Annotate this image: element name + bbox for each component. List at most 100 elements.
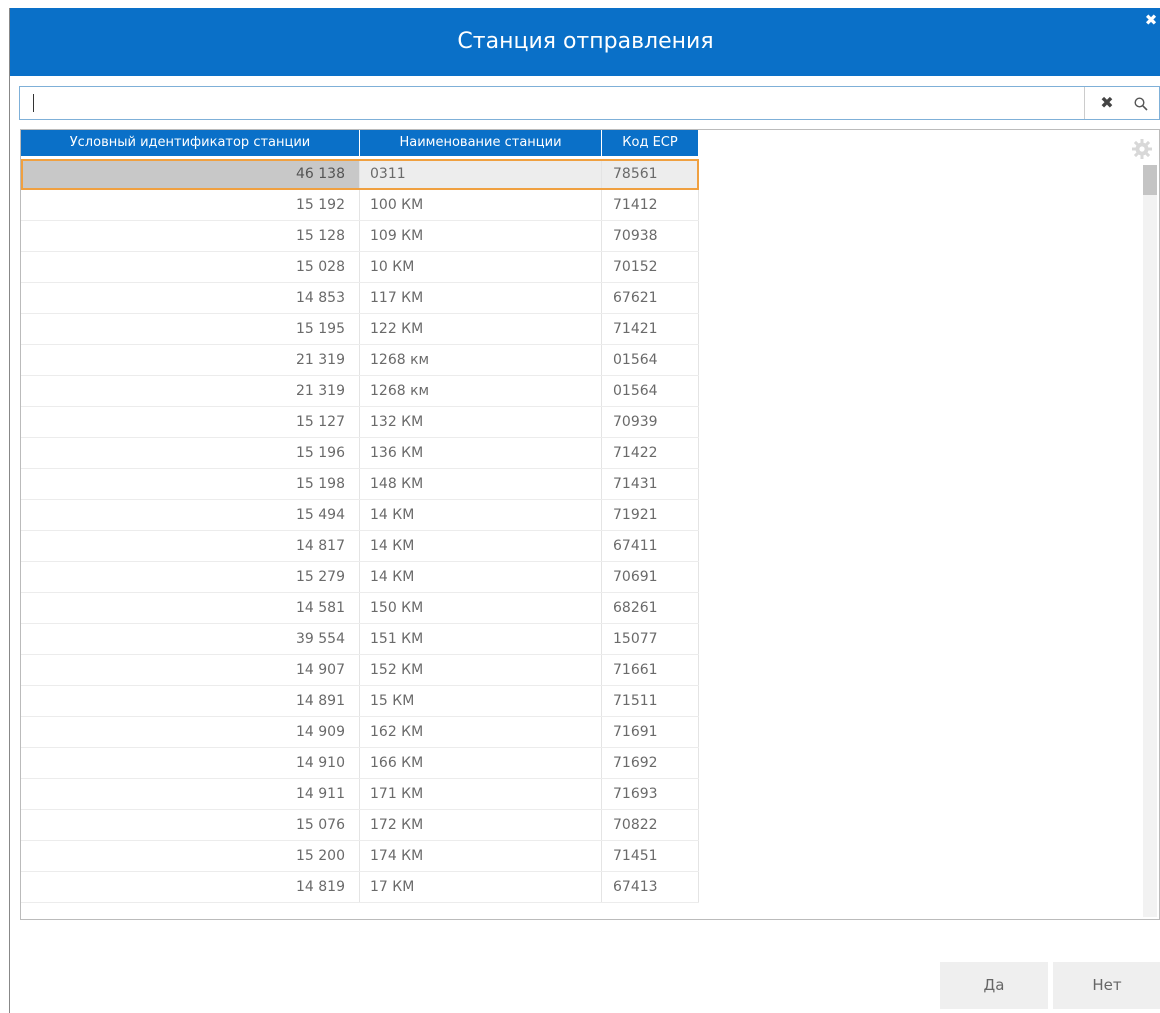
table-row[interactable]: 14 581 150 КМ 68261 — [21, 593, 699, 624]
table-row[interactable]: 14 819 17 КМ 67413 — [21, 872, 699, 903]
table-row[interactable]: 14 910 166 КМ 71692 — [21, 748, 699, 779]
dialog-title: Станция отправления — [457, 29, 714, 54]
table-header: Условный идентификатор станции Наименова… — [21, 130, 699, 156]
table-body: 46 138 0311 78561 15 192 100 КМ 71412 15 128 10… — [21, 159, 699, 903]
cell-station-id: 46 138 — [21, 159, 360, 189]
column-header-id[interactable]: Условный идентификатор станции — [21, 130, 360, 156]
yes-button[interactable]: Да — [940, 962, 1048, 1009]
cell-station-id: 15 028 — [21, 252, 360, 282]
search-divider — [1084, 87, 1085, 119]
cell-station-id: 14 891 — [21, 686, 360, 716]
vertical-scrollbar[interactable] — [1143, 165, 1157, 917]
cell-esr-code: 71422 — [602, 438, 699, 468]
table-row[interactable]: 15 494 14 КМ 71921 — [21, 500, 699, 531]
table-row[interactable]: 15 192 100 КМ 71412 — [21, 190, 699, 221]
cell-station-name: 10 КМ — [360, 252, 602, 282]
cell-station-id: 15 198 — [21, 469, 360, 499]
cell-esr-code: 01564 — [602, 376, 699, 406]
cell-esr-code: 71692 — [602, 748, 699, 778]
table-row[interactable]: 14 907 152 КМ 71661 — [21, 655, 699, 686]
cell-station-name: 0311 — [360, 159, 602, 189]
cell-esr-code: 01564 — [602, 345, 699, 375]
station-dialog: Станция отправления ✖ ✖ Условный идентиф… — [9, 8, 1160, 1013]
search-box: ✖ — [19, 86, 1160, 120]
cell-esr-code: 70939 — [602, 407, 699, 437]
table-row[interactable]: 14 909 162 КМ 71691 — [21, 717, 699, 748]
cell-esr-code: 68261 — [602, 593, 699, 623]
table-row[interactable]: 39 554 151 КМ 15077 — [21, 624, 699, 655]
table-row[interactable]: 21 319 1268 км 01564 — [21, 345, 699, 376]
search-input[interactable] — [20, 87, 1084, 119]
cell-station-name: 15 КМ — [360, 686, 602, 716]
cell-station-name: 172 КМ — [360, 810, 602, 840]
cell-station-id: 14 911 — [21, 779, 360, 809]
close-icon[interactable]: ✖ — [1143, 12, 1159, 28]
cell-station-id: 14 819 — [21, 872, 360, 902]
cell-esr-code: 78561 — [602, 159, 699, 189]
cell-esr-code: 71431 — [602, 469, 699, 499]
cell-esr-code: 70152 — [602, 252, 699, 282]
cell-esr-code: 15077 — [602, 624, 699, 654]
cell-station-id: 15 200 — [21, 841, 360, 871]
cell-station-name: 14 КМ — [360, 531, 602, 561]
cell-station-name: 1268 км — [360, 345, 602, 375]
cell-esr-code: 70691 — [602, 562, 699, 592]
table-row[interactable]: 14 817 14 КМ 67411 — [21, 531, 699, 562]
cell-esr-code: 67621 — [602, 283, 699, 313]
cell-station-id: 14 817 — [21, 531, 360, 561]
cell-station-name: 17 КМ — [360, 872, 602, 902]
gear-icon[interactable] — [1131, 138, 1153, 160]
cell-station-name: 100 КМ — [360, 190, 602, 220]
cell-esr-code: 70938 — [602, 221, 699, 251]
table-row[interactable]: 15 279 14 КМ 70691 — [21, 562, 699, 593]
table-row[interactable]: 14 911 171 КМ 71693 — [21, 779, 699, 810]
table-row[interactable]: 15 127 132 КМ 70939 — [21, 407, 699, 438]
table-row[interactable]: 15 195 122 КМ 71421 — [21, 314, 699, 345]
column-header-name[interactable]: Наименование станции — [360, 130, 602, 156]
cell-station-id: 15 127 — [21, 407, 360, 437]
no-button[interactable]: Нет — [1053, 962, 1160, 1009]
cell-esr-code: 67411 — [602, 531, 699, 561]
cell-station-id: 15 279 — [21, 562, 360, 592]
cell-esr-code: 71661 — [602, 655, 699, 685]
cell-station-id: 15 076 — [21, 810, 360, 840]
table-row[interactable]: 15 128 109 КМ 70938 — [21, 221, 699, 252]
cell-station-id: 14 910 — [21, 748, 360, 778]
cell-esr-code: 71412 — [602, 190, 699, 220]
table-row[interactable]: 46 138 0311 78561 — [21, 159, 699, 190]
cell-station-name: 152 КМ — [360, 655, 602, 685]
cell-esr-code: 67413 — [602, 872, 699, 902]
table-row[interactable]: 15 028 10 КМ 70152 — [21, 252, 699, 283]
cell-station-name: 14 КМ — [360, 500, 602, 530]
cell-station-id: 14 909 — [21, 717, 360, 747]
cell-esr-code: 71511 — [602, 686, 699, 716]
cell-station-id: 15 196 — [21, 438, 360, 468]
table-row[interactable]: 14 853 117 КМ 67621 — [21, 283, 699, 314]
cell-station-name: 136 КМ — [360, 438, 602, 468]
cell-station-name: 150 КМ — [360, 593, 602, 623]
table-row[interactable]: 15 076 172 КМ 70822 — [21, 810, 699, 841]
column-header-esr[interactable]: Код ЕСР — [602, 130, 699, 156]
table-row[interactable]: 15 196 136 КМ 71422 — [21, 438, 699, 469]
table-row[interactable]: 21 319 1268 км 01564 — [21, 376, 699, 407]
cell-station-id: 21 319 — [21, 345, 360, 375]
scrollbar-thumb[interactable] — [1143, 165, 1157, 195]
cell-station-id: 15 192 — [21, 190, 360, 220]
cell-station-name: 1268 км — [360, 376, 602, 406]
search-icon[interactable] — [1124, 87, 1158, 119]
table-row[interactable]: 14 891 15 КМ 71511 — [21, 686, 699, 717]
table-row[interactable]: 15 198 148 КМ 71431 — [21, 469, 699, 500]
cell-esr-code: 71921 — [602, 500, 699, 530]
clear-icon[interactable]: ✖ — [1090, 87, 1124, 119]
cell-station-name: 148 КМ — [360, 469, 602, 499]
cell-station-id: 14 581 — [21, 593, 360, 623]
cell-station-name: 162 КМ — [360, 717, 602, 747]
table-row[interactable]: 15 200 174 КМ 71451 — [21, 841, 699, 872]
cell-station-name: 122 КМ — [360, 314, 602, 344]
cell-station-name: 14 КМ — [360, 562, 602, 592]
text-caret — [33, 94, 34, 112]
title-bar: Станция отправления ✖ — [10, 8, 1160, 76]
cell-esr-code: 71693 — [602, 779, 699, 809]
cell-station-name: 166 КМ — [360, 748, 602, 778]
cell-station-name: 132 КМ — [360, 407, 602, 437]
